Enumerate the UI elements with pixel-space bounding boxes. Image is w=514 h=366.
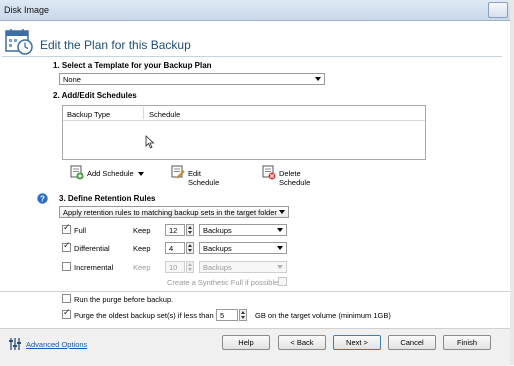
incremental-keep-input: 10 — [165, 261, 185, 273]
full-keep-stepper[interactable] — [186, 224, 194, 236]
column-header-schedule[interactable]: Schedule — [149, 110, 180, 119]
cancel-button[interactable]: Cancel — [388, 335, 436, 350]
differential-label: Differential — [74, 244, 110, 253]
delete-schedule-icon — [262, 165, 276, 180]
title-bar: Disk Image — [0, 0, 514, 21]
purge-threshold-stepper[interactable] — [239, 309, 247, 321]
edit-schedule-button[interactable]: Edit Schedule — [171, 165, 233, 187]
differential-unit-select[interactable]: Backups — [199, 242, 287, 254]
purge-threshold-input[interactable]: 5 — [216, 309, 238, 321]
edit-schedule-icon — [171, 165, 185, 179]
purge-oldest-label: Purge the oldest backup set(s) if less t… — [74, 311, 214, 320]
chevron-down-icon — [279, 210, 285, 214]
retention-heading: 3. Define Retention Rules — [59, 194, 156, 203]
full-keep-label: Keep — [133, 226, 151, 235]
differential-checkbox[interactable] — [62, 241, 71, 252]
differential-keep-input[interactable]: 4 — [165, 242, 185, 254]
template-select[interactable]: None — [59, 73, 325, 85]
add-schedule-icon — [70, 165, 84, 180]
close-window-button[interactable] — [488, 2, 508, 18]
full-unit-value: Backups — [203, 226, 232, 235]
delete-schedule-button[interactable]: Delete Schedule — [262, 165, 334, 187]
incremental-keep-label: Keep — [133, 263, 151, 272]
section-divider — [0, 291, 510, 292]
differential-unit-value: Backups — [203, 244, 232, 253]
incremental-unit-select: Backups — [199, 261, 287, 273]
delete-schedule-label: Delete Schedule — [279, 169, 311, 187]
header-divider — [2, 56, 502, 57]
differential-keep-label: Keep — [133, 244, 151, 253]
purge-oldest-checkbox[interactable] — [62, 308, 71, 319]
schedules-table-header: Backup Type Schedule — [63, 106, 425, 121]
purge-before-label: Run the purge before backup. — [74, 295, 174, 304]
retention-mode-value: Apply retention rules to matching backup… — [63, 208, 277, 217]
incremental-unit-value: Backups — [203, 263, 232, 272]
chevron-down-icon — [315, 77, 321, 81]
incremental-keep-stepper — [186, 261, 194, 273]
differential-keep-stepper[interactable] — [186, 242, 194, 254]
template-heading: 1. Select a Template for your Backup Pla… — [53, 61, 212, 70]
svg-text:?: ? — [40, 195, 45, 204]
incremental-checkbox[interactable] — [62, 262, 71, 271]
window-title: Disk Image — [4, 5, 50, 15]
finish-button[interactable]: Finish — [443, 335, 491, 350]
retention-mode-select[interactable]: Apply retention rules to matching backup… — [59, 206, 289, 218]
help-icon[interactable]: ? — [37, 193, 48, 204]
chevron-down-icon — [277, 228, 283, 232]
back-button[interactable]: < Back — [278, 335, 326, 350]
purge-before-checkbox[interactable] — [62, 294, 71, 303]
template-select-value: None — [63, 75, 81, 84]
full-unit-select[interactable]: Backups — [199, 224, 287, 236]
schedules-heading: 2. Add/Edit Schedules — [53, 91, 137, 100]
chevron-down-icon — [277, 246, 283, 250]
synthetic-full-label: Create a Synthetic Full if possible — [167, 278, 279, 287]
incremental-label: Incremental — [74, 263, 114, 272]
next-button[interactable]: Next > — [333, 335, 381, 350]
synthetic-full-checkbox — [278, 277, 287, 286]
schedules-table[interactable]: Backup Type Schedule — [62, 105, 426, 160]
add-schedule-button[interactable]: Add Schedule — [70, 165, 148, 181]
dropdown-arrow-icon[interactable] — [138, 172, 144, 176]
chevron-down-icon — [277, 265, 283, 269]
page-title: Edit the Plan for this Backup — [40, 38, 191, 52]
sliders-icon[interactable] — [8, 337, 22, 351]
calendar-clock-icon — [5, 29, 33, 55]
column-header-backup-type[interactable]: Backup Type — [67, 110, 110, 119]
help-button[interactable]: Help — [222, 335, 270, 350]
full-checkbox[interactable] — [62, 223, 71, 234]
edit-schedule-label: Edit Schedule — [188, 169, 220, 187]
full-label: Full — [74, 226, 87, 235]
purge-oldest-suffix: GB on the target volume (minimum 1GB) — [255, 311, 391, 320]
add-schedule-label: Add Schedule — [87, 169, 134, 178]
full-keep-input[interactable]: 12 — [165, 224, 185, 236]
window-edge — [510, 0, 514, 365]
mouse-cursor-icon — [145, 135, 155, 149]
advanced-options-link[interactable]: Advanced Options — [26, 340, 87, 349]
